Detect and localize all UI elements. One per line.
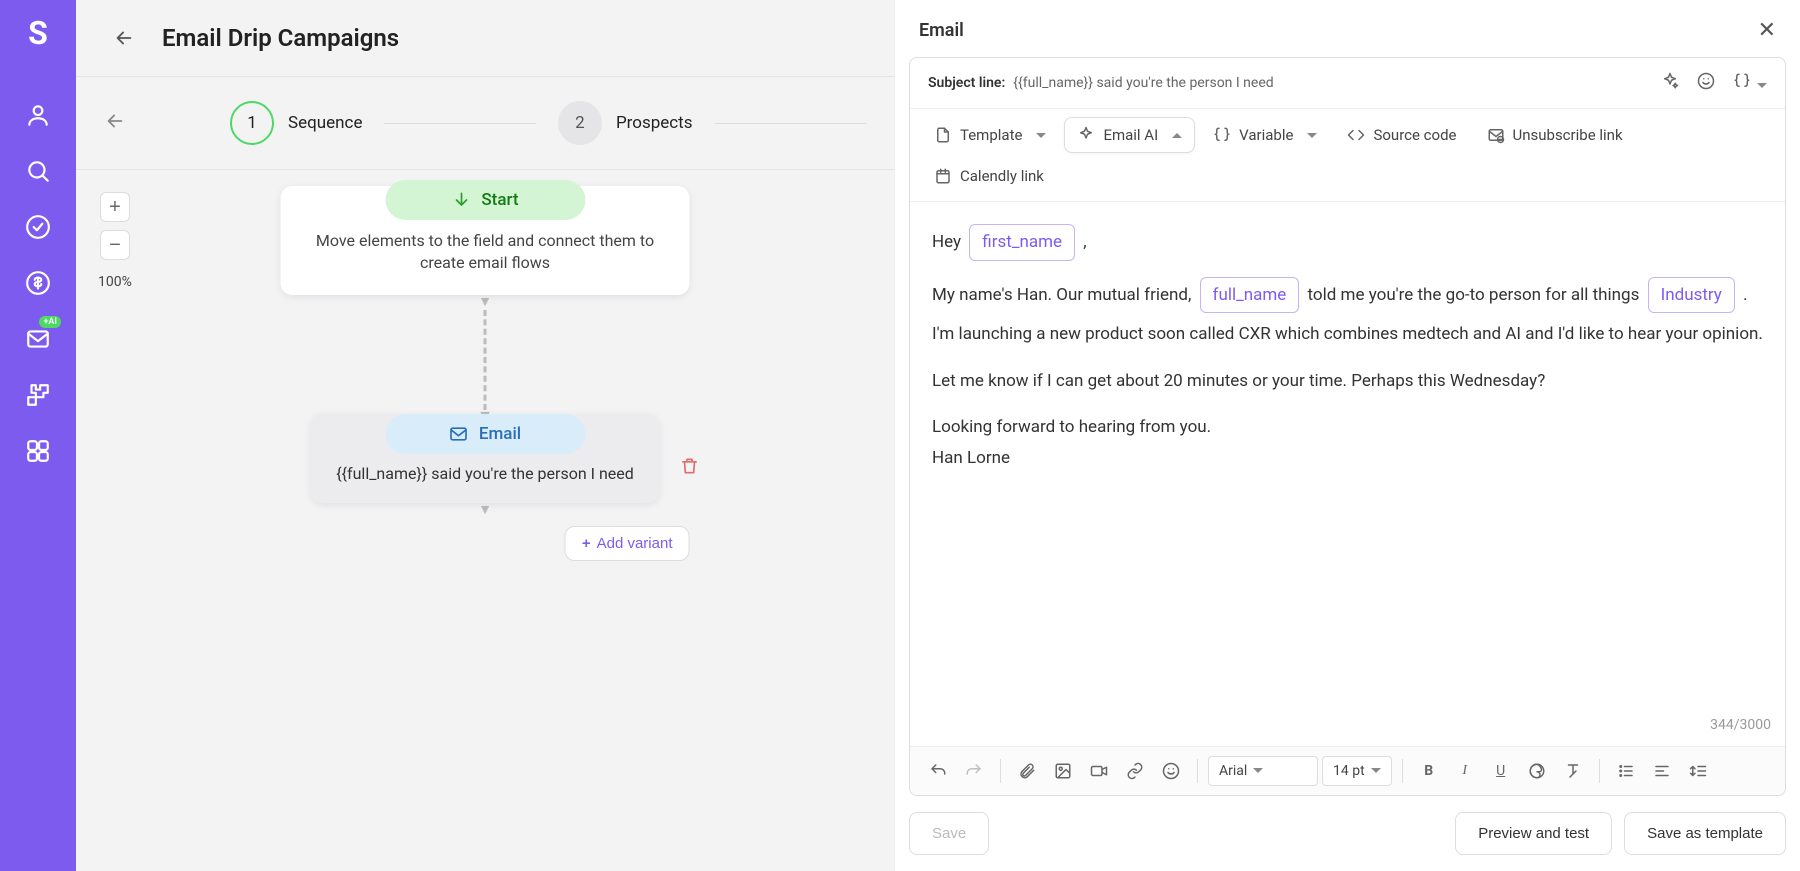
underline-button[interactable]: U (1485, 755, 1517, 787)
zoom-controls: + − 100% (98, 192, 132, 290)
apps-icon[interactable] (25, 438, 51, 464)
download-icon (451, 190, 471, 210)
ai-badge: +AI (39, 316, 61, 328)
text-color-button[interactable] (1521, 755, 1553, 787)
email-node-label: Email (479, 424, 521, 444)
editor-toolbar-bottom: Arial 14 pt B I U (910, 746, 1785, 795)
add-variant-button[interactable]: + Add variant (565, 526, 690, 561)
email-body-editor[interactable]: Hey first_name , My name's Han. Our mutu… (910, 202, 1785, 746)
preview-test-button[interactable]: Preview and test (1455, 812, 1612, 855)
start-label: Start (481, 190, 518, 210)
ai-sparkle-icon[interactable] (1661, 72, 1679, 94)
stepper: 1 Sequence 2 Prospects (76, 77, 894, 170)
calendly-button[interactable]: Calendly link (922, 159, 1056, 193)
zoom-out-button[interactable]: − (100, 230, 130, 260)
left-nav-rail: S +AI (0, 0, 76, 871)
char-counter: 344/3000 (1710, 713, 1771, 738)
step-sequence[interactable]: 1 Sequence (230, 101, 362, 145)
link-button[interactable] (1119, 755, 1151, 787)
step-label: Sequence (288, 113, 362, 133)
search-icon[interactable] (25, 158, 51, 184)
email-ai-button[interactable]: Email AI (1064, 117, 1195, 153)
campaigns-icon[interactable]: +AI (25, 326, 51, 352)
line-height-button[interactable] (1682, 755, 1714, 787)
header-bar: Email Drip Campaigns (76, 0, 894, 77)
editor-toolbar-top: Template Email AI Variable Source code U… (910, 109, 1785, 202)
panel-title: Email (919, 20, 964, 41)
save-button[interactable]: Save (909, 812, 989, 855)
pricing-icon[interactable] (25, 270, 51, 296)
font-select[interactable]: Arial (1208, 756, 1318, 786)
plus-icon: + (582, 535, 591, 552)
app-logo: S (28, 14, 48, 52)
template-button[interactable]: Template (922, 118, 1058, 152)
email-node-card[interactable]: Email {{full_name}} said you're the pers… (310, 414, 660, 503)
bullet-list-button[interactable] (1610, 755, 1642, 787)
arrow-icon: ▼ (478, 293, 492, 310)
bold-button[interactable]: B (1413, 755, 1445, 787)
campaign-canvas-area: Email Drip Campaigns 1 Sequence 2 Prospe… (76, 0, 894, 871)
step-label: Prospects (616, 113, 693, 133)
source-code-button[interactable]: Source code (1335, 118, 1468, 152)
step-divider (384, 123, 535, 124)
step-divider (715, 123, 866, 124)
start-node-card[interactable]: Start Move elements to the field and con… (281, 186, 690, 295)
step-number: 2 (558, 101, 602, 145)
arrow-icon: ▼ (478, 501, 492, 518)
unsubscribe-button[interactable]: Unsubscribe link (1475, 118, 1635, 152)
zoom-percent: 100% (98, 274, 132, 290)
variable-chip-full-name[interactable]: full_name (1200, 277, 1300, 314)
subject-label: Subject line: (928, 75, 1005, 91)
font-size-select[interactable]: 14 pt (1322, 756, 1392, 786)
zoom-in-button[interactable]: + (100, 192, 130, 222)
step-prospects[interactable]: 2 Prospects (558, 101, 693, 145)
back-button[interactable] (104, 18, 144, 58)
subject-row[interactable]: Subject line: {{full_name}} said you're … (910, 58, 1785, 109)
email-editor-panel: Email ✕ Subject line: {{full_name}} said… (894, 0, 1800, 871)
subject-value[interactable]: {{full_name}} said you're the person I n… (1013, 75, 1643, 91)
undo-button[interactable] (922, 755, 954, 787)
emoji-button[interactable] (1155, 755, 1187, 787)
align-button[interactable] (1646, 755, 1678, 787)
mail-icon (449, 424, 469, 444)
verify-icon[interactable] (25, 214, 51, 240)
delete-node-button[interactable] (680, 456, 700, 480)
page-title: Email Drip Campaigns (162, 24, 399, 52)
connector: ▼ (477, 310, 493, 426)
clear-format-button[interactable] (1557, 755, 1589, 787)
flow-canvas[interactable]: + − 100% Start Move elements to the fiel… (76, 170, 894, 871)
close-panel-button[interactable]: ✕ (1758, 18, 1776, 43)
variable-braces-icon[interactable] (1733, 72, 1767, 94)
stepper-back-button[interactable] (104, 110, 126, 136)
italic-button[interactable]: I (1449, 755, 1481, 787)
attach-button[interactable] (1011, 755, 1043, 787)
save-template-button[interactable]: Save as template (1624, 812, 1786, 855)
variable-chip-first-name[interactable]: first_name (969, 224, 1075, 261)
image-button[interactable] (1047, 755, 1079, 787)
video-button[interactable] (1083, 755, 1115, 787)
start-hint: Move elements to the field and connect t… (307, 230, 664, 275)
email-node-subject: {{full_name}} said you're the person I n… (336, 464, 634, 483)
step-number: 1 (230, 101, 274, 145)
redo-button[interactable] (958, 755, 990, 787)
contacts-icon[interactable] (25, 102, 51, 128)
integrations-icon[interactable] (25, 382, 51, 408)
variable-button[interactable]: Variable (1201, 118, 1329, 152)
emoji-icon[interactable] (1697, 72, 1715, 94)
variable-chip-industry[interactable]: Industry (1648, 277, 1735, 314)
panel-footer: Save Preview and test Save as template (895, 796, 1800, 871)
